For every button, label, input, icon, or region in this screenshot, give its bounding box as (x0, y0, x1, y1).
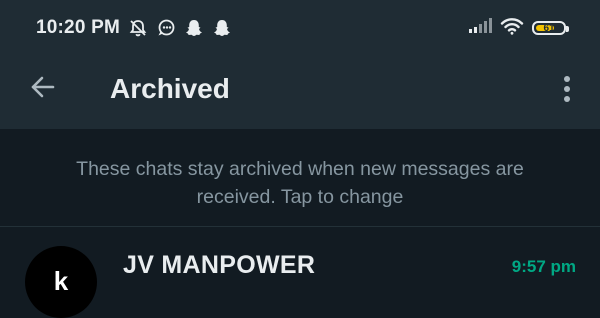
status-icons-left (128, 17, 232, 39)
page-title: Archived (110, 73, 230, 104)
snapchat-icon (212, 18, 232, 38)
archive-info-line-1: These chats stay archived when new messa… (76, 158, 524, 180)
more-vert-icon (564, 76, 570, 102)
chat-list-item[interactable]: k JV MANPOWER 9:57 pm (0, 227, 600, 318)
arrow-left-icon (31, 76, 55, 98)
archive-info-line-2: received. Tap to change (196, 186, 404, 208)
avatar[interactable]: k (25, 246, 97, 318)
chat-bubble-icon (156, 18, 176, 38)
back-button[interactable] (28, 72, 58, 102)
snapchat-icon (184, 18, 204, 38)
app-bar: 10:20 PM 61 Archived (0, 0, 600, 129)
chat-time: 9:57 pm (511, 257, 576, 276)
archive-info-text[interactable]: These chats stay archived when new messa… (0, 155, 600, 211)
wifi-icon (500, 17, 524, 40)
bell-off-icon (128, 18, 148, 38)
battery-icon: 61 (532, 21, 569, 35)
status-icons-right: 61 (468, 16, 569, 40)
avatar-letter: k (53, 266, 69, 296)
battery-level: 61 (543, 22, 555, 34)
signal-icon (468, 17, 492, 39)
status-bar: 10:20 PM 61 (0, 0, 600, 58)
chat-name: JV MANPOWER (123, 251, 316, 279)
more-options-button[interactable] (556, 72, 578, 106)
status-time: 10:20 PM (36, 17, 120, 38)
